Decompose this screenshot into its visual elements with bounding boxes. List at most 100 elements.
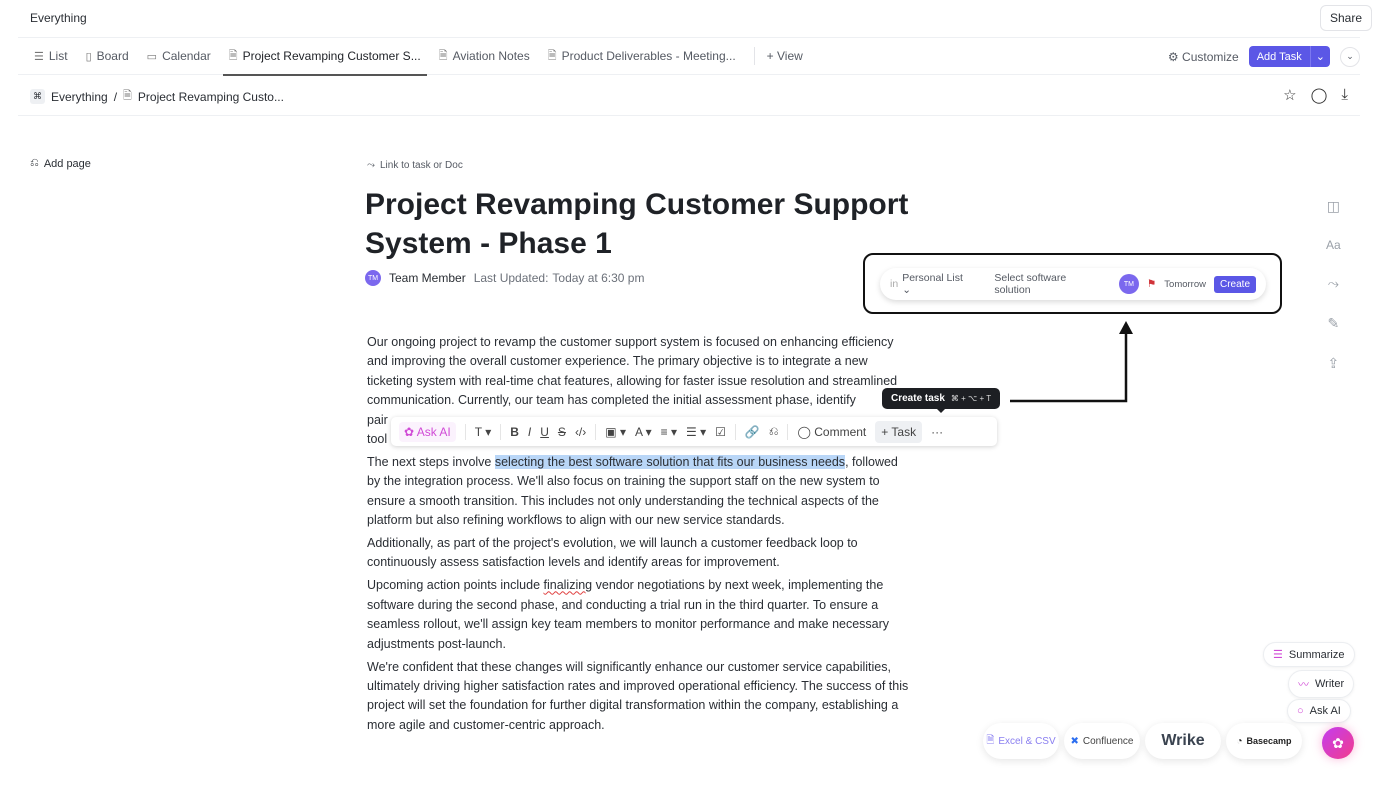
divider xyxy=(18,115,1360,116)
checklist-icon[interactable]: ☑ xyxy=(715,425,726,439)
updated-value: Today at 6:30 pm xyxy=(552,271,645,285)
bullet-list-icon[interactable]: ☰ ▾ xyxy=(686,425,706,439)
magic-wand-icon[interactable]: ✎ xyxy=(1327,315,1339,332)
workspace-title: Everything xyxy=(30,11,87,25)
priority-flag-icon[interactable]: ⚑ xyxy=(1147,278,1156,290)
integration-excel-csv[interactable]: 🗎 Excel & CSV xyxy=(983,723,1059,759)
divider xyxy=(595,423,597,440)
board-icon: ▯ xyxy=(85,50,92,63)
tab-product-deliverables-meeting[interactable]: 🗎 Product Deliverables - Meeting... xyxy=(548,37,736,75)
everything-icon: ⌘ xyxy=(30,89,45,104)
insert-icon[interactable]: ⎌ xyxy=(769,424,779,439)
author-name: Team Member xyxy=(389,271,466,285)
tab-list[interactable]: ☰ List xyxy=(34,37,68,75)
calendar-icon: ▭ xyxy=(146,50,158,63)
text-line: more agile and customer-centric approach… xyxy=(367,717,605,732)
create-button[interactable]: Create xyxy=(1213,275,1256,293)
star-icon[interactable]: ☆ xyxy=(1283,86,1296,104)
customize-button[interactable]: ⚙ Customize xyxy=(1168,50,1239,64)
add-task-button[interactable]: Add Task ⌄ xyxy=(1248,46,1330,67)
bold-icon[interactable]: B xyxy=(510,425,519,439)
add-page-button[interactable]: ⎌ Add page xyxy=(30,157,91,170)
doc-body[interactable]: Our ongoing project to revamp the custom… xyxy=(367,333,967,739)
strikethrough-icon[interactable]: S xyxy=(558,425,566,439)
tab-aviation-notes[interactable]: 🗎 Aviation Notes xyxy=(439,37,530,75)
divider xyxy=(734,423,736,440)
writer-icon: 〰 xyxy=(1298,679,1309,691)
doc-icon: 🗎 xyxy=(438,49,448,62)
text-line: Additionally, as part of the project's e… xyxy=(367,536,858,551)
list-select[interactable]: Personal List ⌄ xyxy=(902,272,974,296)
tab-project-revamping-customer-s[interactable]: 🗎 Project Revamping Customer S... xyxy=(222,37,427,76)
text-line: ensure a smooth transition. This include… xyxy=(367,493,879,508)
tab-calendar[interactable]: ▭ Calendar xyxy=(147,37,211,75)
highlight-icon[interactable]: ▣ ▾ xyxy=(605,425,626,439)
share-button[interactable]: Share xyxy=(1319,5,1372,31)
task-name-input[interactable]: Select software solution xyxy=(994,272,1105,296)
selected-text[interactable]: selecting the best software solution tha… xyxy=(494,454,846,469)
ai-brain-icon: ✿ xyxy=(1332,734,1344,751)
text-line: by the integration process. We'll also f… xyxy=(367,474,880,489)
more-icon[interactable]: ··· xyxy=(931,425,943,439)
breadcrumb-root[interactable]: Everything xyxy=(51,90,108,104)
ai-assistant-button[interactable]: ✿ xyxy=(1322,727,1354,759)
search-icon: ○ xyxy=(1297,705,1304,717)
doc-icon: 🗎 xyxy=(228,49,238,62)
underline-icon[interactable]: U xyxy=(540,425,549,439)
view-toolbar: ⚙ Customize Add Task ⌄ ⌄ xyxy=(1168,46,1360,67)
divider xyxy=(464,423,466,440)
text-line: ticketing system with real-time chat fea… xyxy=(367,373,898,388)
due-date[interactable]: Tomorrow xyxy=(1164,279,1206,290)
integration-wrike[interactable]: Wrike xyxy=(1145,723,1221,759)
gear-icon: ⚙ xyxy=(1167,49,1179,64)
comment-icon[interactable]: ◯ xyxy=(1311,86,1328,104)
text-style-icon[interactable]: T ▾ xyxy=(475,425,491,439)
comment-button[interactable]: ◯ Comment xyxy=(797,425,866,439)
chevron-down-icon[interactable]: ⌄ xyxy=(1309,46,1330,67)
paragraph: Upcoming action points include finalizin… xyxy=(367,576,967,654)
breadcrumb-page[interactable]: Project Revamping Custo... xyxy=(138,90,284,104)
align-icon[interactable]: ≡ ▾ xyxy=(661,425,677,439)
file-icon: 🗎 xyxy=(986,734,995,746)
doc-icon: 🗎 xyxy=(547,49,557,62)
expand-chevron-icon[interactable]: ⌄ xyxy=(1340,46,1360,67)
text-line: software during the second phase, and co… xyxy=(367,597,879,612)
avatar: TM xyxy=(365,270,381,286)
integration-confluence[interactable]: ✖ Confluence xyxy=(1064,723,1140,759)
code-icon[interactable]: ‹/› xyxy=(575,425,586,439)
link-icon: ⤳ xyxy=(367,160,375,171)
font-icon[interactable]: Aa xyxy=(1326,238,1341,252)
tab-board[interactable]: ▯ Board xyxy=(86,37,129,75)
ask-ai-button[interactable]: ○ Ask AI xyxy=(1287,699,1351,723)
export-icon[interactable]: ⇪ xyxy=(1327,355,1339,372)
link-to-task-button[interactable]: ⤳ Link to task or Doc xyxy=(367,160,463,171)
list-icon: ☰ xyxy=(34,50,44,63)
basecamp-icon: ◔ xyxy=(1236,735,1243,747)
add-page-icon: ⎌ xyxy=(30,157,39,169)
divider xyxy=(500,423,502,440)
text-line: platform but also refining workflows to … xyxy=(367,513,785,528)
link-icon[interactable]: 🔗 xyxy=(745,425,760,439)
writer-button[interactable]: 〰 Writer xyxy=(1288,670,1355,698)
ask-ai-button[interactable]: ✿ Ask AI xyxy=(399,421,456,442)
collapse-icon[interactable]: ⤓ xyxy=(1341,86,1348,104)
assignee-avatar[interactable]: TM xyxy=(1118,274,1139,294)
text-line: adjustments post-launch. xyxy=(367,636,506,651)
create-task-button[interactable]: + Task xyxy=(875,420,923,443)
sidebar-toggle-icon[interactable]: ◫ xyxy=(1327,198,1340,215)
callout-arrow xyxy=(1010,321,1133,403)
summarize-icon: ☰ xyxy=(1273,649,1283,661)
right-rail: ◫ Aa ⤳ ✎ ⇪ xyxy=(1326,198,1341,372)
italic-icon[interactable]: I xyxy=(528,425,531,439)
text-color-icon[interactable]: A ▾ xyxy=(635,425,652,439)
breadcrumb-separator: / xyxy=(113,89,118,104)
link-icon[interactable]: ⤳ xyxy=(1328,275,1339,292)
add-view-button[interactable]: + View xyxy=(767,37,803,75)
page-actions: ☆ ◯ ⤓ xyxy=(1283,86,1348,104)
summarize-button[interactable]: ☰ Summarize xyxy=(1263,642,1355,667)
divider xyxy=(753,47,755,65)
integration-basecamp[interactable]: ◔ Basecamp xyxy=(1226,723,1302,759)
page-title[interactable]: Project Revamping Customer Support Syste… xyxy=(365,185,965,263)
spelling-error[interactable]: finalizing xyxy=(544,578,593,592)
text-line: We're confident that these changes will … xyxy=(367,659,891,674)
